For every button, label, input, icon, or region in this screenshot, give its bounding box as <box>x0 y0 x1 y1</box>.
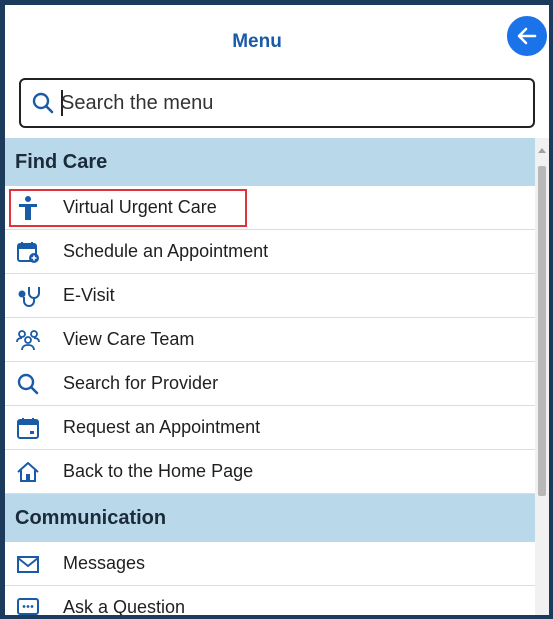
menu-item-label: Schedule an Appointment <box>63 241 269 261</box>
scrollbar[interactable] <box>535 138 549 615</box>
menu-item-label: Virtual Urgent Care <box>63 197 217 217</box>
menu-item-home-page[interactable]: Back to the Home Page <box>5 450 535 494</box>
menu-item-label: Back to the Home Page <box>63 461 254 481</box>
menu-item-label: Messages <box>63 553 146 573</box>
menu-item-virtual-urgent-care[interactable]: Virtual Urgent Care <box>5 186 535 230</box>
envelope-icon <box>15 551 41 577</box>
care-team-icon <box>15 327 41 353</box>
menu-item-messages[interactable]: Messages <box>5 542 535 586</box>
home-icon <box>15 459 41 485</box>
menu-panel: Menu Find Care Virtual Urgent C <box>5 5 549 615</box>
menu-item-label: View Care Team <box>63 329 195 349</box>
stethoscope-icon <box>15 283 41 309</box>
scrollbar-thumb[interactable] <box>538 166 546 496</box>
menu-item-e-visit[interactable]: E-Visit <box>5 274 535 318</box>
menu-item-view-care-team[interactable]: View Care Team <box>5 318 535 362</box>
menu-item-label: Request an Appointment <box>63 417 261 437</box>
scroll-up-arrow-icon[interactable] <box>535 144 549 156</box>
menu-list: Find Care Virtual Urgent Care Schedule a… <box>5 138 535 615</box>
search-box[interactable] <box>19 78 535 128</box>
arrow-left-icon <box>517 27 537 45</box>
menu-item-label: Search for Provider <box>63 373 219 393</box>
menu-header: Menu <box>5 5 549 75</box>
search-icon <box>31 91 55 115</box>
menu-item-request-appointment[interactable]: Request an Appointment <box>5 406 535 450</box>
page-title: Menu <box>232 31 282 52</box>
menu-item-label: E-Visit <box>63 285 115 305</box>
menu-item-search-provider[interactable]: Search for Provider <box>5 362 535 406</box>
menu-item-ask-question[interactable]: Ask a Question <box>5 586 535 615</box>
chat-icon <box>15 595 41 615</box>
calendar-add-icon <box>15 239 41 265</box>
search-input[interactable] <box>61 91 501 115</box>
person-icon <box>15 195 41 221</box>
section-header-find-care: Find Care <box>5 138 535 186</box>
menu-item-schedule-appointment[interactable]: Schedule an Appointment <box>5 230 535 274</box>
back-button[interactable] <box>505 14 549 58</box>
section-header-communication: Communication <box>5 494 535 542</box>
search-icon <box>15 371 41 397</box>
menu-item-label: Ask a Question <box>63 597 186 615</box>
calendar-icon <box>15 415 41 441</box>
